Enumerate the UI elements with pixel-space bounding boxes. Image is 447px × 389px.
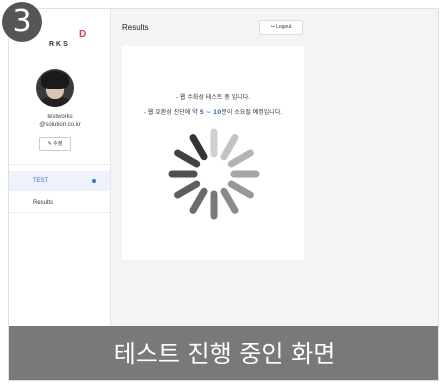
step-number-badge: 3 <box>2 2 42 42</box>
spinner-spoke <box>220 134 239 161</box>
sidebar-item-results[interactable]: Results <box>9 193 110 213</box>
sidebar-divider <box>9 164 111 165</box>
spinner-spoke <box>227 180 254 199</box>
brand-logo-mark: D <box>79 29 87 40</box>
sidebar: D RKS testworks @solution.co.kr ✎ 수정 TES… <box>9 9 111 380</box>
user-email: @solution.co.kr <box>39 122 81 128</box>
logout-icon: ↪ <box>270 24 275 30</box>
spinner-spoke <box>227 149 254 168</box>
brand-logo-text: RKS <box>49 41 70 48</box>
edit-profile-button[interactable]: ✎ 수정 <box>39 137 71 151</box>
avatar-hair <box>41 71 69 89</box>
sidebar-item-label: TEST <box>33 178 49 184</box>
status-message-line1: - 웹 수화성 테스트 중 입니다. <box>175 94 251 101</box>
avatar <box>36 69 74 107</box>
duration-highlight: 5 ~ 10 <box>199 109 222 116</box>
caption-bar: 테스트 진행 중인 화면 <box>9 326 438 380</box>
sidebar-item-test[interactable]: TEST <box>9 171 110 191</box>
sidebar-item-label: Results <box>33 200 54 206</box>
status-message-suffix: 분이 소요될 예정입니다. <box>221 109 283 116</box>
page-title: Results <box>122 23 149 32</box>
app-window: D RKS testworks @solution.co.kr ✎ 수정 TES… <box>8 8 439 381</box>
spinner-spoke <box>220 187 239 214</box>
spinner-spoke <box>174 149 201 168</box>
status-message-line2: - 웹 호환성 진단에 약 5 ~ 10분이 소요될 예정입니다. <box>122 107 304 116</box>
edit-icon: ✎ <box>47 141 52 147</box>
progress-card: - 웹 수화성 테스트 중 입니다. - 웹 호환성 진단에 약 5 ~ 10분… <box>122 46 304 260</box>
logout-button[interactable]: ↪ Logout <box>259 20 303 35</box>
spinner-spoke <box>174 180 201 199</box>
loading-spinner-icon <box>168 128 260 220</box>
logout-label: Logout <box>276 24 292 30</box>
active-indicator-dot <box>92 179 96 183</box>
edit-profile-label: 수정 <box>53 141 63 147</box>
user-name: testworks <box>47 114 73 120</box>
spinner-spoke <box>189 187 208 214</box>
spinner-spoke <box>189 134 208 161</box>
status-message-prefix: - 웹 호환성 진단에 약 <box>143 109 200 116</box>
